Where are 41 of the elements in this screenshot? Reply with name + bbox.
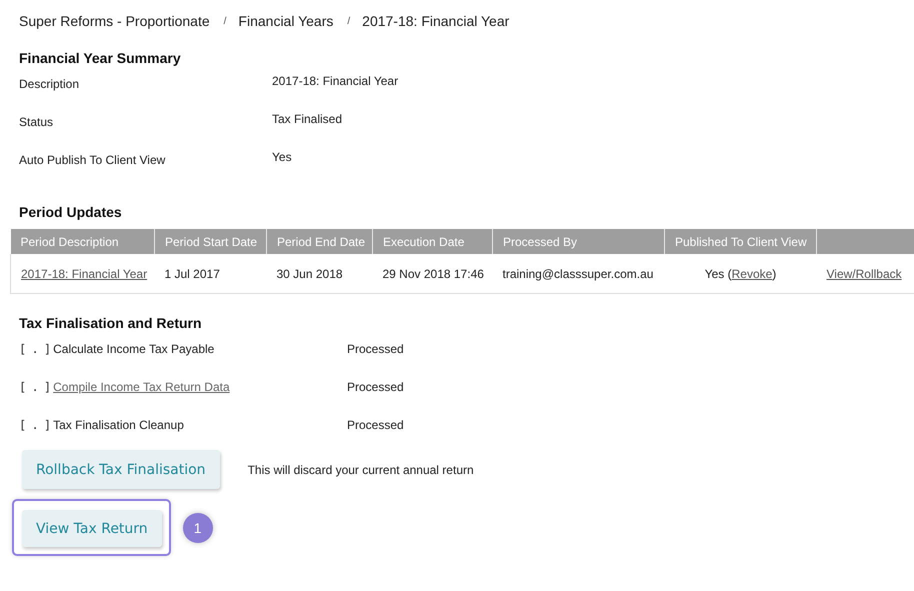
- action-button[interactable]: View Tax Return: [22, 510, 162, 547]
- section-heading: Financial Year Summary: [19, 50, 182, 66]
- table-cell: training@classsuper.com.au: [492, 254, 664, 294]
- table-cell: 30 Jun 2018: [266, 254, 372, 294]
- revoke-link[interactable]: Revoke: [732, 266, 772, 280]
- period-link[interactable]: 2017-18: Financial Year: [21, 266, 148, 280]
- field-value: Yes: [272, 150, 293, 164]
- pending-marker: [ . ]: [19, 342, 50, 356]
- task-status: Processed: [347, 380, 405, 396]
- section-heading: Tax Finalisation and Return: [19, 315, 203, 331]
- pending-marker: [ . ]: [19, 418, 50, 432]
- step-badge: 1: [182, 512, 213, 542]
- published-status: Yes (Revoke): [704, 266, 776, 280]
- breadcrumb-item[interactable]: Financial Years: [238, 13, 334, 29]
- action-button[interactable]: Rollback Tax Finalisation: [22, 450, 220, 489]
- section-heading: Period Updates: [19, 204, 123, 220]
- field-value: Tax Finalised: [272, 112, 344, 126]
- field-label: Status: [19, 115, 54, 129]
- table-cell: 29 Nov 2018 17:46: [372, 254, 492, 294]
- table-cell: 1 Jul 2017: [154, 254, 266, 294]
- column-header: Processed By: [492, 229, 664, 254]
- warning-note: This will discard your current annual return: [248, 462, 474, 476]
- breadcrumb-separator: /: [347, 16, 350, 26]
- column-header: Published To Client View: [664, 229, 816, 254]
- view-rollback-link[interactable]: View/Rollback: [826, 266, 902, 280]
- task-status: Processed: [347, 418, 405, 434]
- task-label: Tax Finalisation Cleanup: [53, 418, 184, 432]
- field-label: Description: [19, 77, 80, 91]
- field-label: Auto Publish To Client View: [19, 153, 166, 167]
- column-header: Period Start Date: [154, 229, 266, 254]
- column-header: Execution Date: [372, 229, 492, 254]
- pending-marker: [ . ]: [19, 380, 50, 394]
- task-status: Processed: [347, 342, 405, 358]
- breadcrumb-separator: /: [224, 16, 226, 26]
- column-header: Period Description: [10, 229, 154, 254]
- task-label: Calculate Income Tax Payable: [53, 342, 214, 356]
- breadcrumb-item[interactable]: 2017-18: Financial Year: [362, 13, 510, 29]
- field-value: 2017-18: Financial Year: [272, 74, 400, 88]
- column-header: Period End Date: [266, 229, 372, 254]
- task-link[interactable]: Compile Income Tax Return Data: [53, 380, 230, 394]
- breadcrumb-item[interactable]: Super Reforms - Proportionate: [19, 13, 210, 29]
